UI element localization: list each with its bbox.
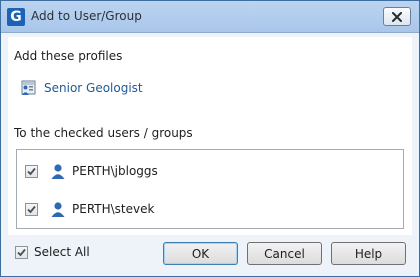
checkmark-icon — [27, 205, 36, 213]
profile-card-icon — [21, 80, 36, 95]
select-all-toggle[interactable]: Select All — [15, 245, 90, 259]
profile-label: Senior Geologist — [44, 81, 143, 95]
checkmark-icon — [17, 248, 26, 256]
dialog-window: G Add to User/Group Add these profiles S… — [0, 0, 420, 277]
select-all-checkbox[interactable] — [15, 245, 28, 259]
close-button[interactable] — [383, 7, 411, 26]
users-section-label: To the checked users / groups — [14, 126, 193, 140]
checkmark-icon — [27, 167, 36, 175]
profiles-section-label: Add these profiles — [14, 49, 123, 63]
list-item[interactable]: PERTH\jbloggs — [25, 160, 158, 182]
help-button[interactable]: Help — [331, 242, 406, 265]
user-icon — [51, 202, 65, 217]
app-logo-icon: G — [7, 8, 25, 26]
title-bar[interactable]: G Add to User/Group — [1, 1, 419, 33]
close-icon — [392, 11, 402, 22]
window-title: Add to User/Group — [31, 9, 142, 23]
ok-button[interactable]: OK — [163, 242, 238, 265]
dialog-footer: Select All OK Cancel Help — [1, 235, 419, 276]
user-checkbox[interactable] — [25, 164, 38, 178]
users-list[interactable]: PERTH\jbloggs PERTH\stevek — [16, 149, 404, 229]
user-icon — [51, 164, 65, 179]
select-all-label: Select All — [34, 245, 90, 259]
user-label: PERTH\stevek — [72, 202, 155, 216]
list-item[interactable]: PERTH\stevek — [25, 198, 154, 220]
dialog-content: Add these profiles Senior Geologist To t… — [8, 37, 412, 235]
user-checkbox[interactable] — [25, 202, 38, 216]
user-label: PERTH\jbloggs — [72, 164, 158, 178]
cancel-button[interactable]: Cancel — [247, 242, 322, 265]
profile-item: Senior Geologist — [20, 78, 143, 98]
